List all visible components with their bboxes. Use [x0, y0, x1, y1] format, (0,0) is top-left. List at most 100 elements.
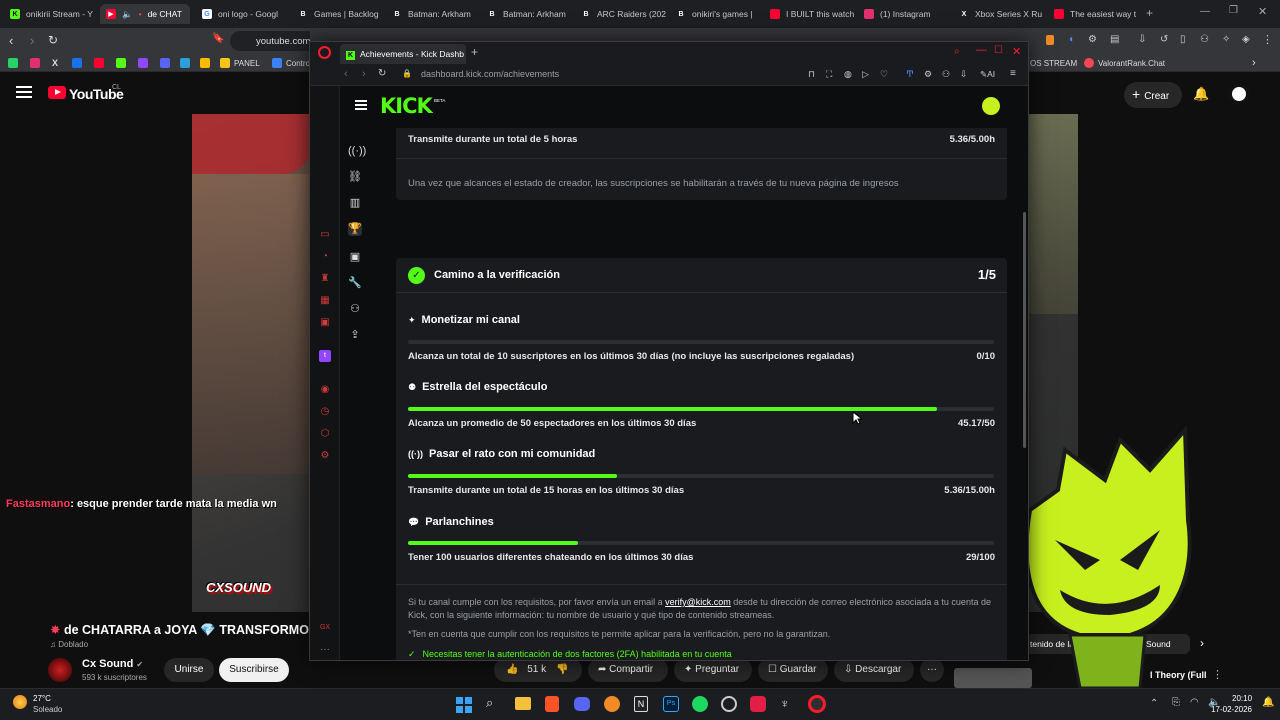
- translate-icon[interactable]: Ͳ: [906, 69, 914, 80]
- tab-search-icon[interactable]: ▤: [1110, 34, 1119, 45]
- profile-icon[interactable]: ⚇: [1200, 34, 1209, 45]
- bookmark-icon[interactable]: 🔖: [212, 33, 224, 44]
- tab-watch[interactable]: I BUILT this watch: [764, 4, 856, 24]
- spotify-icon[interactable]: [692, 696, 708, 712]
- network-icon[interactable]: ⎘: [1172, 697, 1180, 708]
- share-button[interactable]: ➦ Compartir: [588, 658, 668, 682]
- tab-onikiri-games[interactable]: Bonikiri's games |: [670, 4, 762, 24]
- ai-button[interactable]: ✎AI: [980, 69, 995, 80]
- more-icon[interactable]: ···: [319, 644, 331, 656]
- bookmark-panel[interactable]: PANEL: [220, 56, 260, 70]
- new-tab-icon[interactable]: +: [1146, 6, 1153, 20]
- sidebar-app-icon[interactable]: ▦: [319, 295, 331, 307]
- bookmark-os-stream[interactable]: OS STREAM: [1030, 56, 1077, 70]
- shield-icon[interactable]: ◈: [1242, 34, 1250, 45]
- user-avatar[interactable]: [982, 97, 1000, 115]
- channel-name[interactable]: Cx Sound ✔: [82, 658, 143, 670]
- snapshot-icon[interactable]: ⛶: [826, 69, 832, 80]
- forward-icon[interactable]: ›: [30, 33, 34, 48]
- avatar[interactable]: [1228, 83, 1250, 105]
- bookmark-contro[interactable]: Contro: [272, 56, 310, 70]
- hamburger-menu-icon[interactable]: [16, 86, 32, 98]
- gx-icon[interactable]: GX: [319, 622, 331, 634]
- verify-email-link[interactable]: verify@kick.com: [665, 597, 731, 607]
- tab-instagram[interactable]: (1) Instagram: [858, 4, 950, 24]
- notifications-bell-icon[interactable]: 🔔: [1193, 86, 1209, 102]
- close-window-icon[interactable]: ✕: [1012, 45, 1021, 58]
- player-icon[interactable]: ▷: [862, 69, 869, 80]
- brave-icon[interactable]: [545, 696, 559, 712]
- subscribe-button[interactable]: Suscribirse: [219, 658, 289, 682]
- ask-button[interactable]: ✦ Preguntar: [674, 658, 752, 682]
- recommendation-menu-icon[interactable]: ⋮: [1212, 668, 1223, 681]
- settings-icon[interactable]: ⚙: [319, 450, 331, 462]
- menu-icon[interactable]: ≡: [1010, 68, 1016, 79]
- blender-icon[interactable]: [604, 696, 620, 712]
- sidebar-app-icon[interactable]: ◔: [319, 251, 331, 263]
- chrome-address-bar[interactable]: youtube.com: [230, 31, 310, 51]
- trophy-icon[interactable]: 🏆: [348, 222, 362, 236]
- sparkle-icon[interactable]: ✧: [1222, 34, 1230, 45]
- app-icon[interactable]: [750, 696, 766, 712]
- maximize-icon[interactable]: ☐: [994, 45, 1003, 56]
- hamburger-menu-icon[interactable]: [355, 100, 367, 110]
- reload-icon[interactable]: ↻: [48, 33, 58, 47]
- history-icon[interactable]: ↺: [1160, 34, 1168, 45]
- tab-batman-2[interactable]: B Batman: Arkham: [481, 4, 573, 24]
- stream-icon[interactable]: ((·)): [348, 144, 366, 158]
- bookmark-whatsapp[interactable]: [8, 56, 18, 70]
- bookmark-x[interactable]: X: [52, 56, 58, 70]
- extension-icon[interactable]: [1046, 35, 1054, 45]
- save-button[interactable]: ☐ Guardar: [758, 658, 828, 682]
- more-bookmarks-icon[interactable]: ›: [1252, 56, 1256, 70]
- wifi-icon[interactable]: ◠: [1190, 697, 1199, 708]
- create-button[interactable]: + Crear: [1124, 82, 1182, 108]
- opera-logo-icon[interactable]: [318, 46, 331, 59]
- extensions-icon[interactable]: ⬡: [319, 428, 331, 440]
- minimize-icon[interactable]: —: [976, 44, 987, 56]
- bookmark-valorantrank[interactable]: ValorantRank.Chat: [1084, 56, 1165, 70]
- tab-onikirii-stream[interactable]: Konikirii Stream - Y: [4, 4, 96, 24]
- twitch-icon[interactable]: t: [319, 350, 331, 362]
- player-icon[interactable]: ◉: [319, 384, 331, 396]
- tab-batman-1[interactable]: B Batman: Arkham: [386, 4, 478, 24]
- adblock-icon[interactable]: ◍: [844, 69, 852, 80]
- clock-time[interactable]: 20:10: [1232, 694, 1252, 703]
- bookmark-twitch[interactable]: [138, 56, 148, 70]
- chips-next-icon[interactable]: ›: [1200, 636, 1204, 650]
- download-icon[interactable]: ⇩: [1138, 34, 1146, 45]
- search-icon[interactable]: ⌕: [486, 695, 493, 711]
- link-icon[interactable]: ⛓: [348, 170, 362, 184]
- community-icon[interactable]: ⚇: [348, 302, 362, 316]
- profile-icon[interactable]: ⚇: [942, 69, 950, 80]
- more-actions-icon[interactable]: ···: [920, 658, 944, 682]
- scrollbar[interactable]: [1023, 212, 1026, 448]
- photoshop-icon[interactable]: Ps: [663, 696, 679, 712]
- reload-icon[interactable]: ↻: [378, 68, 386, 79]
- sidebar-app-icon[interactable]: ▭: [319, 229, 331, 241]
- discord-icon[interactable]: [574, 697, 590, 711]
- tab-xbox[interactable]: X Xbox Series X Ru: [953, 4, 1045, 24]
- bookmark-discord[interactable]: [160, 56, 170, 70]
- analytics-icon[interactable]: ▥: [348, 196, 362, 210]
- download-icon[interactable]: ⇩: [960, 69, 968, 80]
- sidebar-icon[interactable]: ▯: [1180, 34, 1186, 45]
- bookmark-instagram[interactable]: [30, 56, 40, 70]
- sidebar-app-icon[interactable]: ▣: [319, 317, 331, 329]
- start-windows-icon[interactable]: [456, 697, 472, 713]
- extensions-icon[interactable]: ⚙: [924, 69, 932, 80]
- new-tab-icon[interactable]: +: [471, 45, 478, 59]
- join-button[interactable]: Unirse: [164, 658, 214, 682]
- notifications-icon[interactable]: 🔔: [1262, 697, 1274, 708]
- tab-google[interactable]: Goni logo - Googl: [196, 4, 288, 24]
- tab-youtube-active[interactable]: ▶🔈•de CHAT✕: [100, 4, 190, 24]
- file-explorer-icon[interactable]: [515, 697, 531, 710]
- notion-icon[interactable]: N: [634, 696, 648, 712]
- wrench-icon[interactable]: 🔧: [348, 276, 362, 290]
- dislike-icon[interactable]: 👎: [556, 664, 568, 675]
- tab-kick-achievements[interactable]: K Achievements - Kick Dashb: [340, 44, 466, 64]
- like-icon[interactable]: 👍: [506, 664, 521, 675]
- heart-icon[interactable]: ♡: [880, 69, 888, 80]
- tab-easiest-way[interactable]: The easiest way t: [1048, 4, 1140, 24]
- clock-date[interactable]: 17-02-2026: [1210, 705, 1252, 714]
